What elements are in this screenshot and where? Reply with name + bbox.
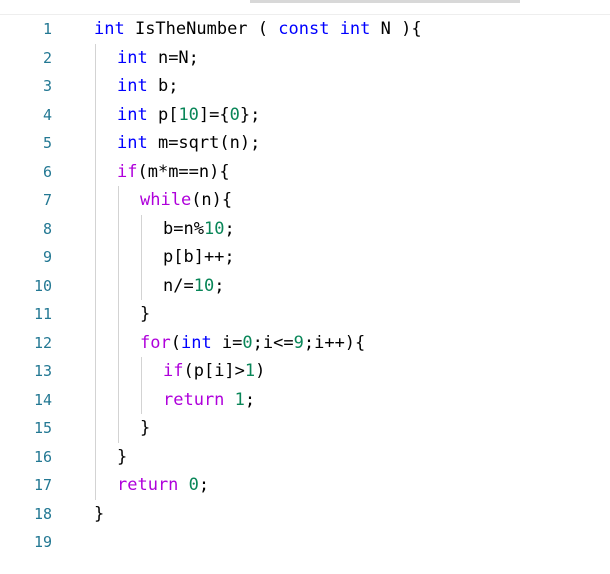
code-token-plain: ) bbox=[255, 361, 266, 381]
code-line[interactable]: int n=N; bbox=[94, 44, 610, 73]
code-token-control: return bbox=[117, 475, 179, 495]
code-token-number: 1 bbox=[234, 389, 245, 410]
code-token-number: 0 bbox=[229, 104, 240, 125]
line-number: 19 bbox=[33, 533, 52, 551]
code-token-plain: i= bbox=[211, 332, 243, 353]
code-line[interactable]: p[b]++; bbox=[94, 243, 610, 272]
code-token-number: 9 bbox=[293, 332, 304, 353]
line-number: 2 bbox=[42, 48, 52, 67]
code-token-plain: } bbox=[94, 503, 105, 524]
code-token-keyword: int bbox=[180, 332, 212, 353]
code-token-keyword: int bbox=[117, 76, 148, 96]
code-line[interactable]: int m=sqrt(n); bbox=[94, 129, 610, 158]
line-number: 10 bbox=[33, 276, 52, 295]
line-number: 15 bbox=[33, 419, 52, 437]
code-token-plain: ( bbox=[170, 332, 181, 353]
code-token-plain: b; bbox=[147, 76, 179, 96]
line-number: 18 bbox=[33, 504, 52, 523]
code-token-keyword: int bbox=[117, 133, 148, 153]
code-line[interactable]: } bbox=[94, 414, 610, 443]
code-token-number: 0 bbox=[188, 475, 199, 495]
code-line[interactable]: int IsTheNumber ( const int N ){ bbox=[94, 15, 610, 44]
code-token-plain: IsTheNumber ( bbox=[124, 19, 279, 39]
code-token-control: while bbox=[140, 190, 192, 210]
code-token-number: 10 bbox=[203, 218, 225, 239]
code-token-number: 10 bbox=[178, 104, 199, 125]
code-line[interactable]: return 1; bbox=[94, 386, 610, 415]
code-line[interactable]: if(p[i]>1) bbox=[94, 357, 610, 386]
code-token-plain: ; bbox=[244, 389, 256, 410]
code-token-plain: n/= bbox=[163, 275, 194, 296]
code-token-plain: (n){ bbox=[191, 190, 233, 210]
code-token-keyword: const bbox=[278, 19, 330, 39]
code-line[interactable]: } bbox=[94, 443, 610, 472]
code-token-control: for bbox=[140, 332, 171, 353]
line-number: 6 bbox=[42, 162, 52, 181]
code-editor[interactable]: 1 2 3 4 5 6 7 8 9 10 11 12 13 14 15 16 17 18 19 int IsTheN… bbox=[0, 0, 610, 574]
code-token-plain: ;i<= bbox=[252, 332, 294, 353]
line-number: 4 bbox=[42, 105, 52, 124]
line-number-gutter: 1 2 3 4 5 6 7 8 9 10 11 12 13 14 15 16 17 18 19 bbox=[0, 15, 75, 557]
line-number: 12 bbox=[33, 333, 52, 352]
code-token-plain: ;i++){ bbox=[303, 332, 366, 353]
line-number: 1 bbox=[42, 20, 52, 38]
code-line[interactable] bbox=[94, 528, 610, 557]
code-token-control: return bbox=[163, 389, 225, 410]
code-token-plain: m=sqrt(n); bbox=[147, 133, 261, 153]
code-area[interactable]: int IsTheNumber ( const int N ){int n=N;… bbox=[94, 15, 610, 557]
line-number: 9 bbox=[42, 248, 52, 266]
code-line[interactable]: int p[10]={0}; bbox=[94, 101, 610, 130]
code-token-keyword: int bbox=[117, 104, 148, 125]
line-number: 14 bbox=[33, 390, 52, 409]
line-number: 11 bbox=[33, 305, 52, 323]
code-line[interactable]: n/=10; bbox=[94, 272, 610, 301]
code-token-plain: } bbox=[140, 418, 151, 438]
code-token-plain: ]={ bbox=[198, 104, 230, 125]
code-token-plain: ; bbox=[224, 218, 235, 239]
code-line[interactable]: } bbox=[94, 500, 610, 529]
code-token-plain: ; bbox=[198, 475, 210, 495]
code-token-control: if bbox=[117, 161, 138, 182]
code-line[interactable]: b=n%10; bbox=[94, 215, 610, 244]
code-token-plain: N ){ bbox=[370, 19, 422, 39]
line-number: 5 bbox=[42, 134, 52, 152]
code-token-plain: } bbox=[140, 304, 151, 324]
line-number: 16 bbox=[33, 447, 52, 466]
code-token-number: 1 bbox=[244, 361, 256, 381]
line-number: 13 bbox=[33, 362, 52, 380]
code-line[interactable]: return 0; bbox=[94, 471, 610, 500]
code-token-plain: p[ bbox=[147, 104, 179, 125]
code-line[interactable]: for(int i=0;i<=9;i++){ bbox=[94, 329, 610, 358]
line-number: 3 bbox=[42, 77, 52, 95]
code-token-plain: (p[i]> bbox=[183, 361, 245, 381]
code-token-plain: b=n% bbox=[163, 218, 204, 239]
code-token-plain: ; bbox=[214, 275, 225, 296]
code-token-keyword: int bbox=[339, 19, 371, 39]
code-token-number: 0 bbox=[242, 332, 253, 353]
code-token-keyword: int bbox=[117, 47, 148, 68]
line-number: 8 bbox=[42, 219, 52, 238]
line-number: 17 bbox=[33, 476, 52, 494]
code-line[interactable]: } bbox=[94, 300, 610, 329]
code-token-plain: p[b]++; bbox=[163, 247, 235, 267]
code-token-keyword: int bbox=[94, 19, 125, 39]
code-line[interactable]: while(n){ bbox=[94, 186, 610, 215]
code-token-control: if bbox=[163, 361, 184, 381]
code-token-plain: (m*m==n){ bbox=[137, 161, 230, 182]
editor-top-bar bbox=[250, 0, 520, 3]
code-token-plain: }; bbox=[239, 104, 261, 125]
code-line[interactable]: if(m*m==n){ bbox=[94, 158, 610, 187]
code-token-number: 10 bbox=[193, 275, 215, 296]
code-token-plain: } bbox=[117, 446, 128, 467]
code-token-plain: n=N; bbox=[147, 47, 199, 68]
line-number: 7 bbox=[42, 191, 52, 209]
code-line[interactable]: int b; bbox=[94, 72, 610, 101]
